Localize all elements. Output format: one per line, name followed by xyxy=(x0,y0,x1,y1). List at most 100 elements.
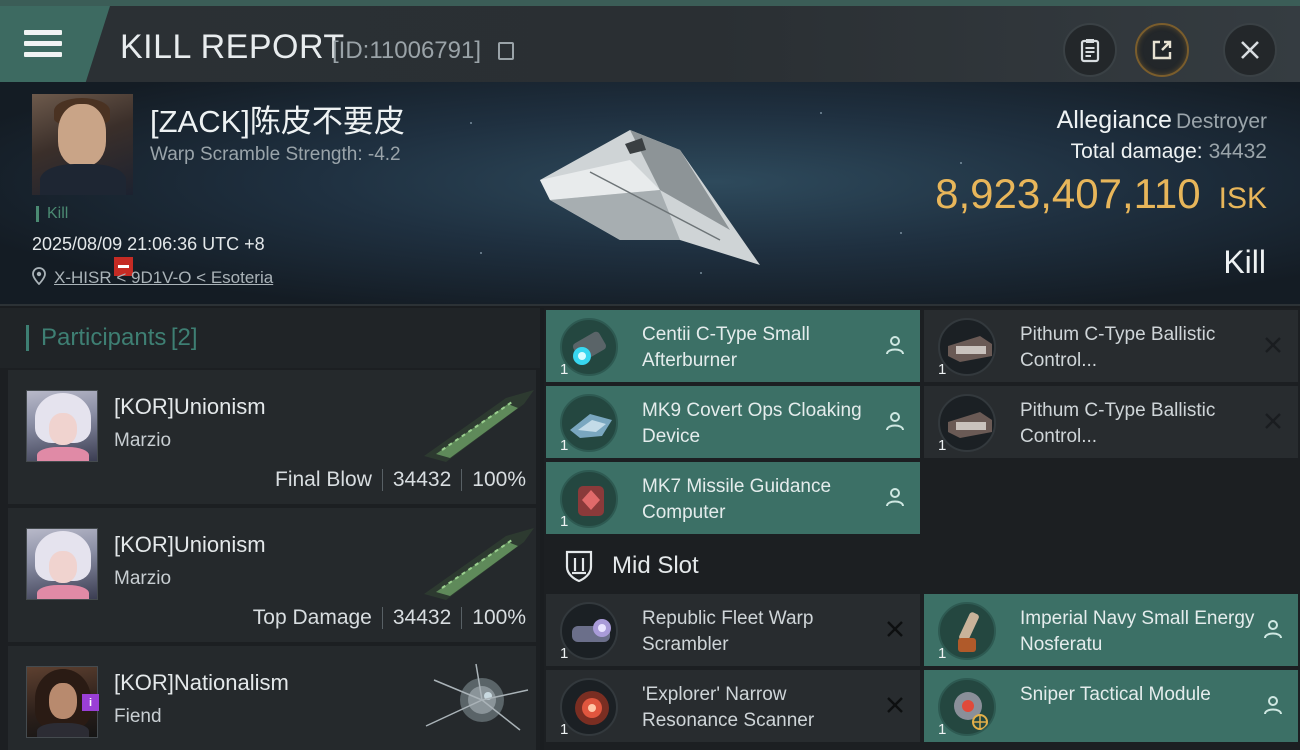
module-quantity: 1 xyxy=(560,513,569,530)
total-damage-label: Total damage: xyxy=(1070,140,1203,163)
person-icon xyxy=(886,488,904,507)
module-name: Sniper Tactical Module xyxy=(1020,684,1211,705)
page-title: KILL REPORT xyxy=(120,28,345,66)
close-button[interactable] xyxy=(1223,23,1277,77)
participant-stats: Top Damage 34432 100% xyxy=(253,606,526,630)
share-button[interactable] xyxy=(1135,23,1189,77)
person-icon xyxy=(1264,620,1282,639)
module-slot[interactable]: 1 MK9 Covert Ops Cloaking Device xyxy=(546,386,920,458)
copy-icon[interactable] xyxy=(498,42,514,60)
participants-header: Participants [2] xyxy=(0,308,540,368)
report-result: Kill xyxy=(1223,244,1266,280)
total-damage-value: 34432 xyxy=(1208,140,1267,163)
ballistic-control-icon xyxy=(938,318,996,376)
module-name: Imperial Navy Small Energy Nosferatu xyxy=(1020,608,1255,655)
participant-ship: Fiend xyxy=(114,706,162,727)
participant-ship-image xyxy=(425,663,529,731)
participant-damage: 34432 xyxy=(392,606,452,629)
participant-ship-image xyxy=(424,390,534,462)
close-icon xyxy=(1265,337,1281,353)
participant-name: [KOR]Nationalism xyxy=(114,670,289,695)
module-slot[interactable]: 1 Pithum C-Type Ballistic Control... xyxy=(924,386,1298,458)
module-slot[interactable]: 1 Imperial Navy Small Energy Nosferatu xyxy=(924,594,1298,666)
ship-class: Destroyer xyxy=(1175,110,1267,133)
ballistic-control-icon xyxy=(938,394,996,452)
participant-role: Final Blow xyxy=(275,468,372,491)
missile-guidance-icon xyxy=(560,470,618,528)
module-slot[interactable]: 1 MK7 Missile Guidance Computer xyxy=(546,462,920,534)
header-bar: KILL REPORT [ID:11006791] xyxy=(0,0,1300,82)
module-quantity: 1 xyxy=(560,361,569,378)
module-quantity: 1 xyxy=(938,437,947,454)
isk-amount: 8,923,407,110 xyxy=(935,170,1201,217)
module-slot[interactable]: 1 Republic Fleet Warp Scrambler xyxy=(546,594,920,666)
participant-stats: Final Blow 34432 100% xyxy=(275,468,526,492)
module-slot[interactable]: 1 Sniper Tactical Module xyxy=(924,670,1298,742)
module-quantity: 1 xyxy=(560,721,569,738)
clipboard-button[interactable] xyxy=(1063,23,1117,77)
tactical-module-icon xyxy=(938,678,996,736)
menu-icon xyxy=(24,30,62,58)
participant-avatar[interactable] xyxy=(26,528,98,600)
report-id: [ID:11006791] xyxy=(332,37,482,64)
participant-damage: 34432 xyxy=(392,468,452,491)
participant-ship-image xyxy=(424,528,534,600)
participants-title: Participants xyxy=(41,324,167,351)
kill-location-link[interactable]: X-HISR < 9D1V-O < Esoteria xyxy=(54,268,273,288)
close-icon xyxy=(887,621,903,637)
close-icon xyxy=(887,697,903,713)
participants-panel: Participants [2] [KOR]Unionism Marzio Fi… xyxy=(0,308,540,750)
resonance-scanner-icon xyxy=(560,678,618,736)
participant-ship: Marzio xyxy=(114,430,172,451)
participant-avatar[interactable] xyxy=(26,390,98,462)
module-quantity: 1 xyxy=(560,645,569,662)
victim-avatar[interactable] xyxy=(32,94,133,195)
module-slot[interactable]: 1 Centii C-Type Small Afterburner xyxy=(546,310,920,382)
participant-name: [KOR]Unionism xyxy=(114,394,266,419)
module-quantity: 1 xyxy=(938,645,947,662)
isk-value: 8,923,407,110 ISK xyxy=(935,170,1267,218)
location-pin-icon xyxy=(32,267,46,285)
participant-row[interactable]: [KOR]Unionism Marzio Final Blow 34432 10… xyxy=(8,370,536,504)
victim-summary: [ZACK]陈皮不要皮 Warp Scramble Strength: -4.2… xyxy=(0,82,1300,306)
participant-percent: 100% xyxy=(472,468,526,491)
module-name: Republic Fleet Warp Scrambler xyxy=(642,608,814,655)
module-name: Pithum C-Type Ballistic Control... xyxy=(1020,400,1216,447)
kill-tag: Kill xyxy=(36,206,68,222)
module-name: Centii C-Type Small Afterburner xyxy=(642,324,810,371)
isk-unit: ISK xyxy=(1218,182,1267,215)
module-slot[interactable]: 1 'Explorer' Narrow Resonance Scanner xyxy=(546,670,920,742)
mid-slot-icon xyxy=(565,550,593,583)
participant-row[interactable]: i [KOR]Nationalism Fiend xyxy=(8,646,536,750)
module-slot[interactable]: 1 Pithum C-Type Ballistic Control... xyxy=(924,310,1298,382)
energy-nosferatu-icon xyxy=(938,602,996,660)
menu-button[interactable] xyxy=(0,6,110,82)
person-icon xyxy=(886,336,904,355)
participant-ship: Marzio xyxy=(114,568,172,589)
mid-slot-label: Mid Slot xyxy=(612,552,699,579)
fitting-panel: 1 Centii C-Type Small Afterburner 1 MK9 … xyxy=(544,308,1300,750)
total-damage: Total damage: 34432 xyxy=(1071,140,1267,164)
info-badge: i xyxy=(82,694,99,711)
share-icon xyxy=(1152,40,1172,60)
victim-ship-image xyxy=(540,130,760,265)
clipboard-icon xyxy=(1080,39,1100,63)
participant-row[interactable]: [KOR]Unionism Marzio Top Damage 34432 10… xyxy=(8,508,536,642)
mid-slot-header: Mid Slot xyxy=(544,540,1300,592)
module-name: MK9 Covert Ops Cloaking Device xyxy=(642,400,862,447)
participants-count: [2] xyxy=(170,324,198,351)
cloaking-device-icon xyxy=(560,394,618,452)
close-icon xyxy=(1265,413,1281,429)
ship-name[interactable]: Allegiance xyxy=(1057,106,1172,134)
warp-scrambler-icon xyxy=(560,602,618,660)
module-name: MK7 Missile Guidance Computer xyxy=(642,476,832,523)
afterburner-icon xyxy=(560,318,618,376)
victim-ship: Allegiance Destroyer xyxy=(1057,106,1267,135)
participant-percent: 100% xyxy=(472,606,526,629)
person-icon xyxy=(1264,696,1282,715)
module-quantity: 1 xyxy=(938,361,947,378)
close-icon xyxy=(1241,41,1259,59)
module-name: 'Explorer' Narrow Resonance Scanner xyxy=(642,684,815,731)
kill-timestamp: 2025/08/09 21:06:36 UTC +8 xyxy=(32,234,265,254)
victim-name[interactable]: [ZACK]陈皮不要皮 xyxy=(150,96,405,141)
